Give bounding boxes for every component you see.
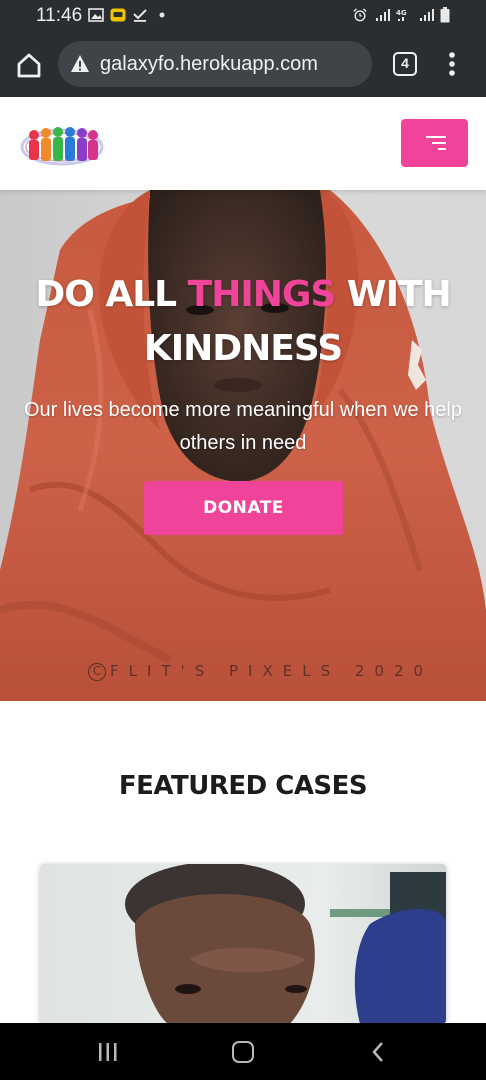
more-menu-icon[interactable] xyxy=(442,50,462,78)
recents-icon[interactable] xyxy=(98,1043,118,1061)
notification-app-icon xyxy=(110,8,126,22)
featured-cases-heading: FEATURED CASES xyxy=(118,771,368,801)
warning-icon[interactable] xyxy=(70,54,90,74)
watermark-text: FLIT'S PIXELS 2020 xyxy=(110,662,434,680)
case-card[interactable] xyxy=(40,864,446,1024)
hero-subtitle: Our lives become more meaningful when we… xyxy=(24,399,462,454)
tab-switcher-button[interactable]: 4 xyxy=(393,52,417,76)
people-circle-logo-icon[interactable] xyxy=(20,121,104,169)
status-icons-left xyxy=(88,8,170,22)
status-bar: 11:46 4G xyxy=(0,0,486,32)
signal-icon xyxy=(376,9,390,21)
hamburger-icon[interactable] xyxy=(401,119,468,167)
hero-title-accent: THINGS xyxy=(187,274,337,315)
hero-section: DO ALL THINGS WITH KINDNESS Our lives be… xyxy=(0,190,486,701)
status-time: 11:46 xyxy=(36,5,83,26)
dot-icon xyxy=(159,12,165,18)
alarm-icon xyxy=(353,8,367,22)
status-icons-right: 4G xyxy=(352,7,450,23)
system-navigation-bar xyxy=(0,1023,486,1080)
hero-title-part1: DO ALL xyxy=(35,274,188,315)
home-icon[interactable] xyxy=(14,50,44,80)
signal-icon xyxy=(420,9,434,21)
image-icon xyxy=(88,8,104,22)
address-bar[interactable]: galaxyfo.herokuapp.com xyxy=(58,41,372,87)
case-image[interactable] xyxy=(40,864,446,1024)
photo-credit-watermark: C FLIT'S PIXELS 2020 xyxy=(88,662,433,681)
donate-button[interactable]: DONATE xyxy=(144,481,343,535)
url-text[interactable]: galaxyfo.herokuapp.com xyxy=(100,53,318,76)
download-done-icon xyxy=(133,9,147,22)
hero-title: DO ALL THINGS WITH KINDNESS xyxy=(0,268,486,376)
4g-signal-icon: 4G xyxy=(396,9,407,21)
browser-toolbar: galaxyfo.herokuapp.com 4 xyxy=(0,32,486,97)
svg-text:4G: 4G xyxy=(396,9,407,17)
battery-icon xyxy=(440,7,450,23)
site-header xyxy=(0,97,486,190)
copyright-icon: C xyxy=(88,662,106,681)
back-icon[interactable] xyxy=(370,1041,386,1063)
home-icon[interactable] xyxy=(232,1041,254,1063)
